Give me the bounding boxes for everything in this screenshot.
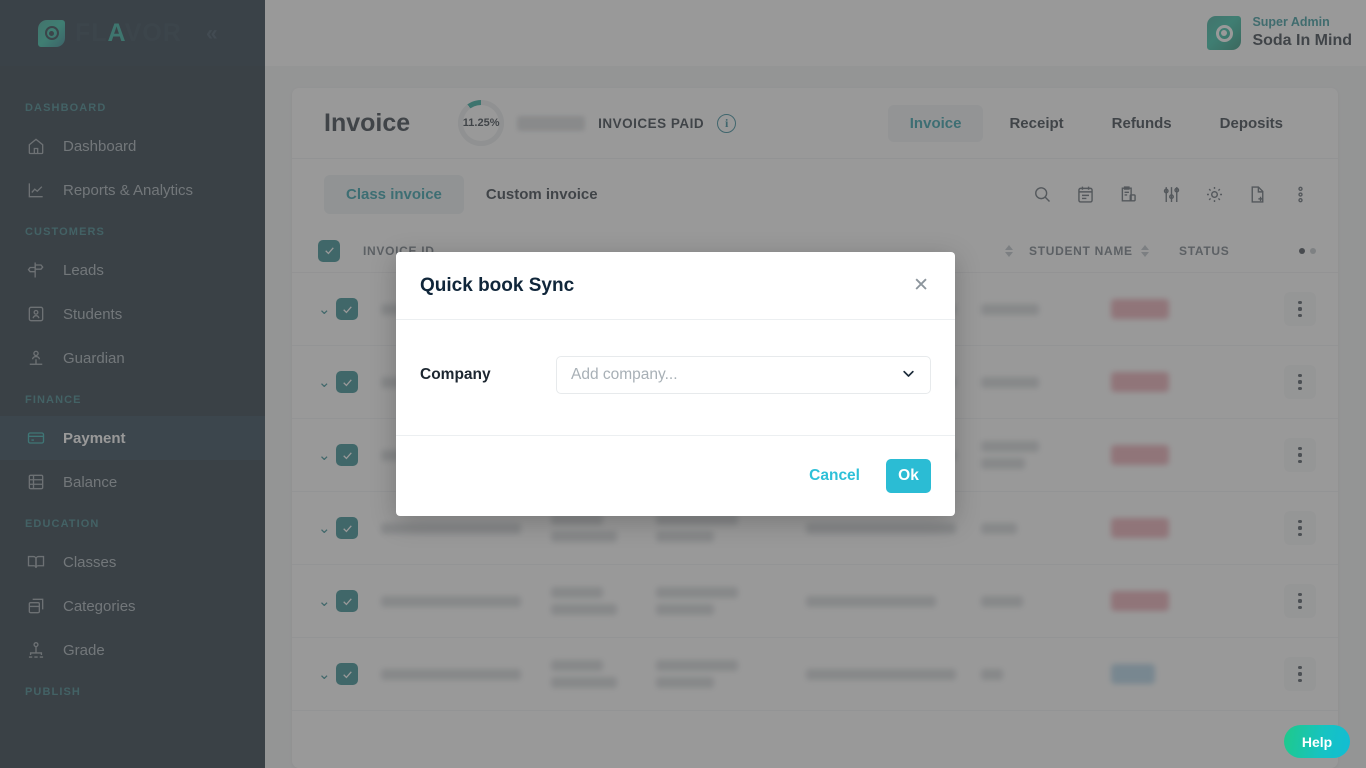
company-select[interactable]: Add company...: [556, 355, 931, 394]
cancel-button[interactable]: Cancel: [797, 459, 872, 493]
close-icon[interactable]: ✕: [909, 272, 933, 299]
ok-button[interactable]: Ok: [886, 459, 931, 493]
modal-header: Quick book Sync ✕: [396, 252, 955, 320]
company-placeholder: Add company...: [571, 365, 678, 383]
modal-body: Company Add company...: [396, 320, 955, 436]
modal-footer: Cancel Ok: [396, 436, 955, 516]
modal-title: Quick book Sync: [420, 274, 575, 296]
help-button[interactable]: Help: [1284, 725, 1350, 758]
quickbook-sync-modal: Quick book Sync ✕ Company Add company...…: [396, 252, 955, 516]
company-label: Company: [420, 365, 491, 383]
chevron-down-icon: [901, 366, 916, 384]
app-root: FLAVOR « DASHBOARD Dashboard Reports & A…: [0, 0, 1366, 768]
